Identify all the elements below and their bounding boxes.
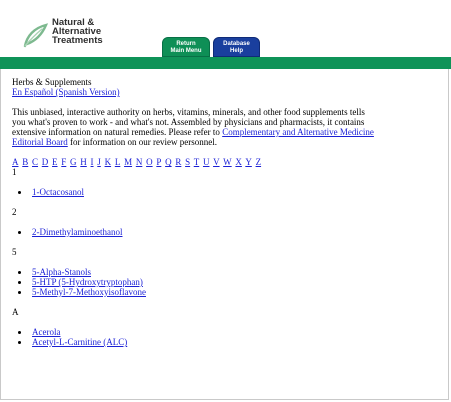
section-heading: A bbox=[12, 307, 19, 317]
supplement-link[interactable]: 1-Octacosanol bbox=[32, 187, 84, 197]
alphabet-link[interactable]: S bbox=[185, 157, 190, 167]
alphabet-link[interactable]: H bbox=[80, 157, 87, 167]
alphabet-link[interactable]: D bbox=[42, 157, 49, 167]
alphabet-link[interactable]: I bbox=[91, 157, 94, 167]
alphabet-index: A B C D E F G H I J K L M N O P Q R S T … bbox=[12, 157, 444, 167]
alphabet-link[interactable]: P bbox=[156, 157, 161, 167]
alphabet-link[interactable]: E bbox=[52, 157, 58, 167]
editorial-board-link-part-2[interactable]: Editorial Board bbox=[12, 137, 68, 147]
list-item: 1-Octacosanol bbox=[30, 187, 444, 197]
alphabet-link[interactable]: F bbox=[61, 157, 66, 167]
supplement-link[interactable]: 5-Methyl-7-Methoxyisoflavone bbox=[32, 287, 146, 297]
alphabet-link[interactable]: Q bbox=[165, 157, 172, 167]
spanish-version-link[interactable]: En Español (Spanish Version) bbox=[12, 87, 120, 97]
alphabet-link[interactable]: G bbox=[70, 157, 77, 167]
alphabet-link[interactable]: W bbox=[223, 157, 232, 167]
list-item: 2-Dimethylaminoethanol bbox=[30, 227, 444, 237]
logo-line-3: Treatments bbox=[52, 35, 103, 46]
description-paragraph: This unbiased, interactive authority on … bbox=[12, 107, 444, 147]
alphabet-link[interactable]: A bbox=[12, 157, 19, 167]
description-tail: for information on our review personnel. bbox=[67, 137, 217, 147]
tab-database-help[interactable]: Database Help bbox=[213, 37, 260, 57]
alphabet-link[interactable]: O bbox=[146, 157, 153, 167]
supplement-link[interactable]: 2-Dimethylaminoethanol bbox=[32, 227, 122, 237]
supplement-list: AcerolaAcetyl-L-Carnitine (ALC) bbox=[12, 327, 444, 347]
alphabet-link[interactable]: T bbox=[194, 157, 200, 167]
tab-help-line-2: Help bbox=[229, 47, 243, 54]
alphabet-link[interactable]: J bbox=[97, 157, 101, 167]
tab-return-main-menu[interactable]: Return Main Menu bbox=[162, 37, 210, 57]
alphabet-link[interactable]: U bbox=[203, 157, 210, 167]
main-content: Herbs & Supplements En Español (Spanish … bbox=[12, 77, 444, 357]
section-heading: 5 bbox=[12, 247, 17, 257]
alphabet-link[interactable]: X bbox=[235, 157, 242, 167]
list-item: Acerola bbox=[30, 327, 444, 337]
description-line-2: you what's proven to work - and what's n… bbox=[12, 117, 365, 127]
description-line-1: This unbiased, interactive authority on … bbox=[12, 107, 365, 117]
supplement-link[interactable]: 5-HTP (5-Hydroxytryptophan) bbox=[32, 277, 143, 287]
page-title: Herbs & Supplements bbox=[12, 77, 92, 87]
green-nav-bar bbox=[0, 57, 451, 69]
site-header: Natural & Alternative Treatments Return … bbox=[0, 0, 451, 57]
supplement-link[interactable]: Acetyl-L-Carnitine (ALC) bbox=[32, 337, 127, 347]
alphabet-link[interactable]: C bbox=[32, 157, 38, 167]
alphabet-link[interactable]: K bbox=[105, 157, 112, 167]
alphabet-link[interactable]: B bbox=[22, 157, 28, 167]
section-heading: 1 bbox=[12, 167, 17, 177]
alphabet-link[interactable]: Y bbox=[245, 157, 252, 167]
site-logo-text: Natural & Alternative Treatments bbox=[52, 18, 103, 46]
list-item: 5-Alpha-Stanols bbox=[30, 267, 444, 277]
alphabet-link[interactable]: V bbox=[213, 157, 220, 167]
tab-return-line-2: Main Menu bbox=[170, 47, 202, 54]
supplement-sections: 1 1-Octacosanol 2 2-Dimethylaminoethanol 5 5-… bbox=[12, 167, 444, 357]
section-heading: 2 bbox=[12, 207, 17, 217]
description-line-3: extensive information on natural remedie… bbox=[12, 127, 223, 137]
list-item: 5-Methyl-7-Methoxyisoflavone bbox=[30, 287, 444, 297]
alphabet-link[interactable]: N bbox=[136, 157, 143, 167]
alphabet-link[interactable]: L bbox=[115, 157, 121, 167]
list-item: 5-HTP (5-Hydroxytryptophan) bbox=[30, 277, 444, 287]
list-item: Acetyl-L-Carnitine (ALC) bbox=[30, 337, 444, 347]
alphabet-link[interactable]: Z bbox=[256, 157, 262, 167]
alphabet-link[interactable]: M bbox=[124, 157, 132, 167]
alphabet-link[interactable]: R bbox=[175, 157, 181, 167]
leaf-logo-icon bbox=[23, 23, 48, 48]
supplement-list: 2-Dimethylaminoethanol bbox=[12, 227, 444, 237]
editorial-board-link-part-1[interactable]: Complementary and Alternative Medicine bbox=[222, 127, 374, 137]
supplement-list: 1-Octacosanol bbox=[12, 187, 444, 197]
supplement-link[interactable]: Acerola bbox=[32, 327, 60, 337]
supplement-link[interactable]: 5-Alpha-Stanols bbox=[32, 267, 91, 277]
supplement-list: 5-Alpha-Stanols5-HTP (5-Hydroxytryptopha… bbox=[12, 267, 444, 297]
